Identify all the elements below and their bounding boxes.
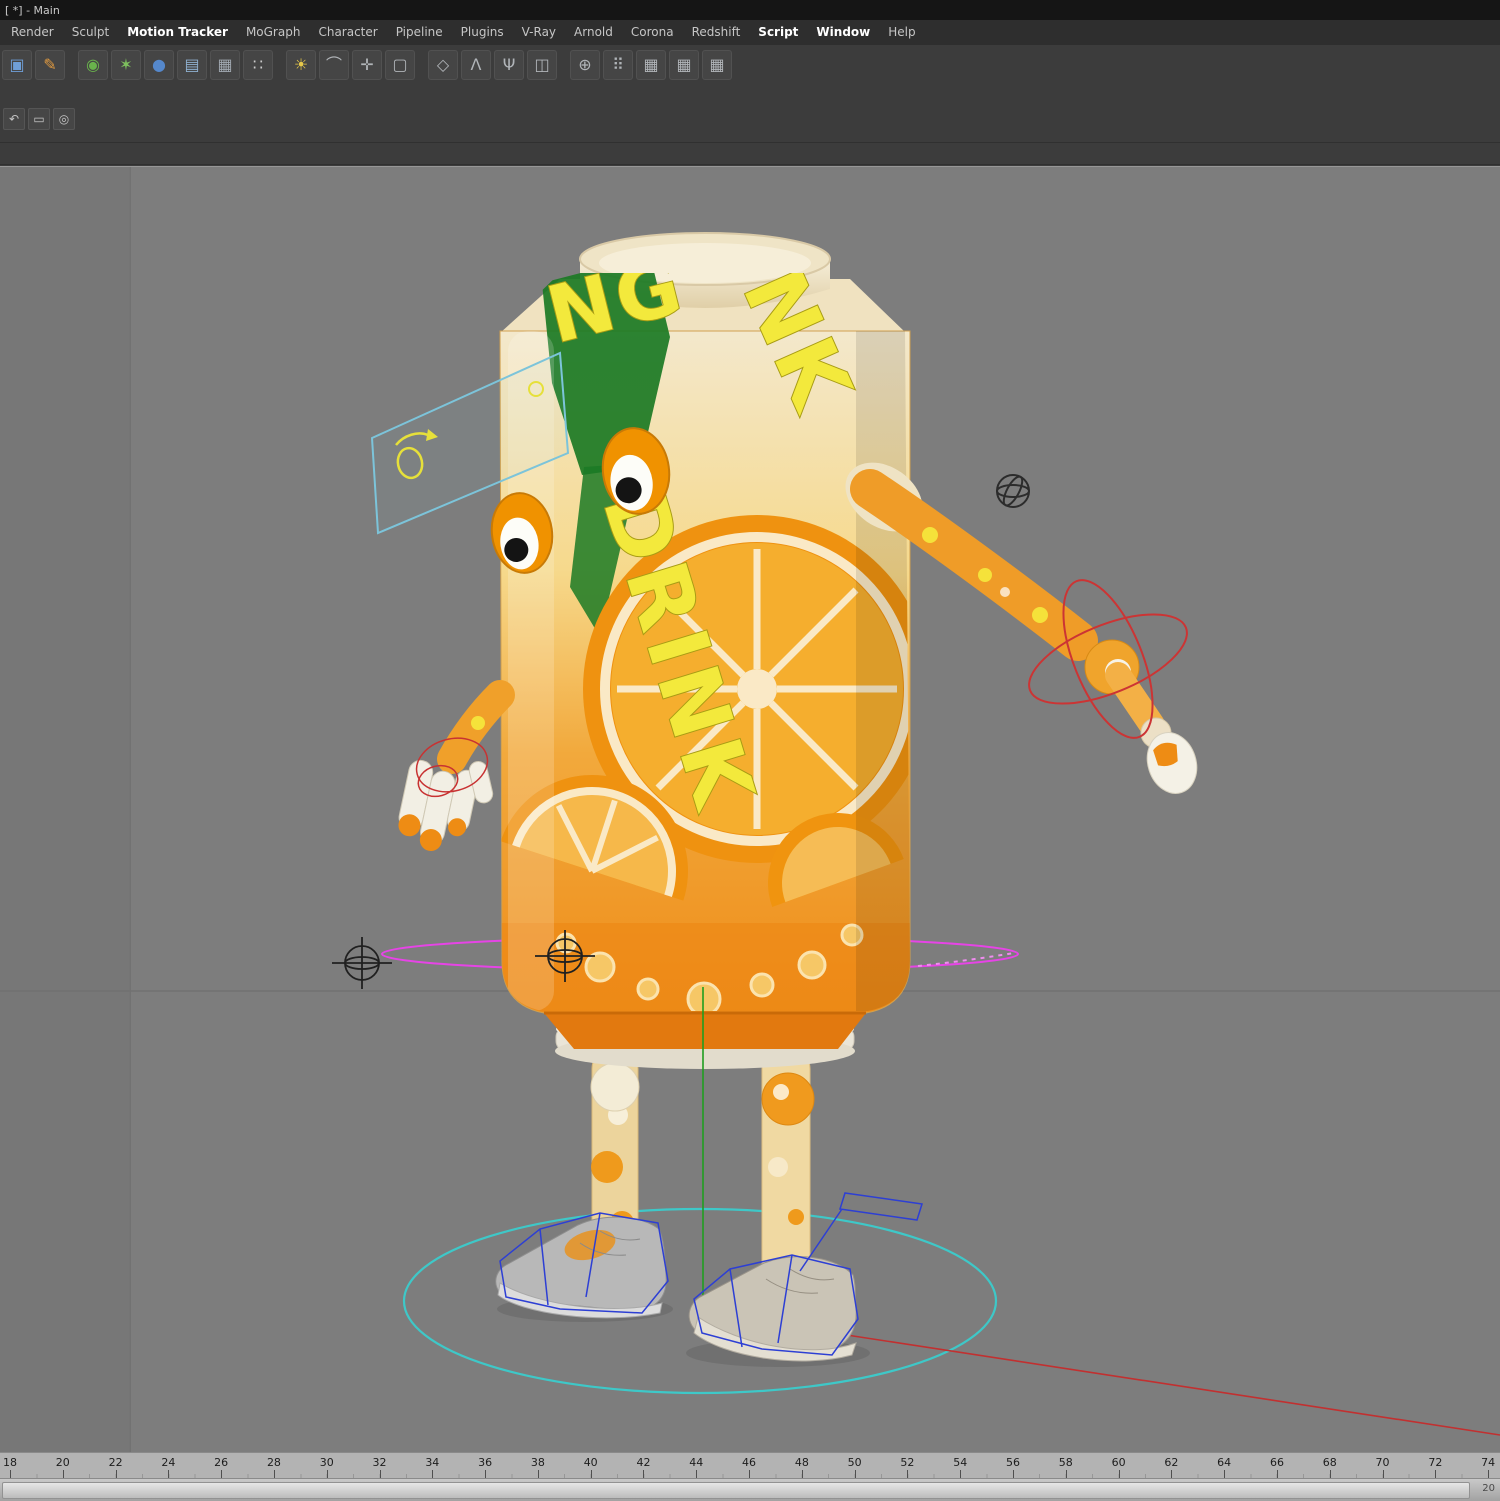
right-shoe[interactable] — [688, 1256, 857, 1362]
timeline-tick-70: 70 — [1361, 1456, 1405, 1478]
timeline-tick-58: 58 — [1044, 1456, 1088, 1478]
light-tool-icon[interactable]: ☀ — [286, 50, 316, 80]
wire-cube-tool-icon[interactable]: ▢ — [385, 50, 415, 80]
atom-tool-icon[interactable]: ✶ — [111, 50, 141, 80]
character-can-body[interactable]: NG NK DRINK — [499, 232, 931, 1049]
hip-joint-gizmo-left[interactable] — [332, 937, 392, 989]
timeline-tick-72: 72 — [1413, 1456, 1457, 1478]
grid-array-tool-icon[interactable]: ▤ — [177, 50, 207, 80]
brush-tool-icon[interactable]: ✎ — [35, 50, 65, 80]
grid-b-tool-icon[interactable]: ▦ — [669, 50, 699, 80]
sub-toolbar: ↶ ▭ ◎ — [3, 108, 75, 130]
timeline-tick-62: 62 — [1149, 1456, 1193, 1478]
timeline-tick-36: 36 — [463, 1456, 507, 1478]
timeline-tick-50: 50 — [833, 1456, 877, 1478]
scrollbar-end-label: 20 — [1482, 1483, 1495, 1494]
timeline-tick-74: 74 — [1466, 1456, 1500, 1478]
cube-tool-icon[interactable]: ▣ — [2, 50, 32, 80]
timeline-tick-68: 68 — [1308, 1456, 1352, 1478]
ball-tool-icon[interactable]: ● — [144, 50, 174, 80]
grid-c-tool-icon[interactable]: ▦ — [702, 50, 732, 80]
menu-script[interactable]: Script — [749, 20, 807, 45]
menu-window[interactable]: Window — [807, 20, 879, 45]
menu-v-ray[interactable]: V-Ray — [513, 20, 565, 45]
timeline-tick-44: 44 — [674, 1456, 718, 1478]
timeline-tick-28: 28 — [252, 1456, 296, 1478]
timeline-tick-52: 52 — [885, 1456, 929, 1478]
menu-motion-tracker[interactable]: Motion Tracker — [118, 20, 237, 45]
mirror-tool-icon[interactable]: ◫ — [527, 50, 557, 80]
menu-render[interactable]: Render — [2, 20, 63, 45]
timeline-tick-24: 24 — [146, 1456, 190, 1478]
c4d-window: [ *] - Main Render Sculpt Motion Tracker Mo… — [0, 0, 1500, 1501]
character-rig-tool-icon[interactable]: Λ — [461, 50, 491, 80]
shoulder-joint-gizmo[interactable] — [996, 474, 1030, 508]
timeline-scrollbar[interactable]: 20 — [0, 1478, 1500, 1501]
timeline-tick-48: 48 — [780, 1456, 824, 1478]
menu-help[interactable]: Help — [879, 20, 924, 45]
menu-mograph[interactable]: MoGraph — [237, 20, 310, 45]
timeline-tick-54: 54 — [938, 1456, 982, 1478]
timeline-ruler[interactable]: 18 20 22 24 26 28 30 32 34 36 38 40 42 44 46 48 50 52 54 56… — [0, 1452, 1500, 1479]
timeline-tick-38: 38 — [516, 1456, 560, 1478]
menu-character[interactable]: Character — [309, 20, 386, 45]
timeline-tick-42: 42 — [621, 1456, 665, 1478]
scene-canvas[interactable]: NG NK DRINK — [0, 167, 1500, 1453]
timeline-tick-46: 46 — [727, 1456, 771, 1478]
timeline-tick-30: 30 — [305, 1456, 349, 1478]
main-toolbar: ▣ ✎ ◉ ✶ ● ▤ ▦ ∷ ☀ ⌒ ✛ ▢ ◇ Λ Ψ ◫ ⊕ ⠿ ▦ ▦ ▦ — [0, 45, 1500, 85]
timeline-tick-22: 22 — [94, 1456, 138, 1478]
scrollbar-handle[interactable] — [2, 1482, 1470, 1499]
timeline-tick-64: 64 — [1202, 1456, 1246, 1478]
menu-plugins[interactable]: Plugins — [452, 20, 513, 45]
toolbar-separator — [68, 51, 75, 79]
mini-frame-icon[interactable]: ▭ — [28, 108, 50, 130]
polygon-tool-icon[interactable]: ◇ — [428, 50, 458, 80]
mini-undo-icon[interactable]: ↶ — [3, 108, 25, 130]
toolbar-separator — [418, 51, 425, 79]
title-bar: [ *] - Main — [0, 0, 1500, 20]
grid-a-tool-icon[interactable]: ▦ — [636, 50, 666, 80]
timeline-tick-20: 20 — [41, 1456, 85, 1478]
timeline-tick-56: 56 — [991, 1456, 1035, 1478]
timeline-tick-34: 34 — [410, 1456, 454, 1478]
camera-tool-icon[interactable]: ▦ — [210, 50, 240, 80]
toolbar-separator — [276, 51, 283, 79]
joint-chain-tool-icon[interactable]: Ψ — [494, 50, 524, 80]
viewport[interactable]: NG NK DRINK — [0, 166, 1500, 1453]
left-arm[interactable] — [393, 680, 515, 862]
menu-sculpt[interactable]: Sculpt — [63, 20, 118, 45]
timeline-tick-60: 60 — [1097, 1456, 1141, 1478]
spline-tool-icon[interactable]: ⌒ — [319, 50, 349, 80]
header-groove-1 — [0, 142, 1500, 143]
dots-tool-icon[interactable]: ∷ — [243, 50, 273, 80]
spheres-tool-icon[interactable]: ◉ — [78, 50, 108, 80]
mini-target-icon[interactable]: ◎ — [53, 108, 75, 130]
window-title: [ *] - Main — [5, 3, 60, 17]
timeline-tick-66: 66 — [1255, 1456, 1299, 1478]
left-shoe[interactable] — [495, 1216, 667, 1319]
timeline-tick-32: 32 — [358, 1456, 402, 1478]
menu-pipeline[interactable]: Pipeline — [387, 20, 452, 45]
menu-redshift[interactable]: Redshift — [683, 20, 750, 45]
axis-tool-icon[interactable]: ✛ — [352, 50, 382, 80]
menu-corona[interactable]: Corona — [622, 20, 683, 45]
header-groove-2 — [0, 164, 1500, 165]
timeline-tick-26: 26 — [199, 1456, 243, 1478]
menu-bar: Render Sculpt Motion Tracker MoGraph Charact… — [0, 20, 1500, 46]
timeline-tick-18: 18 — [0, 1456, 32, 1478]
menu-arnold[interactable]: Arnold — [565, 20, 622, 45]
timeline-tick-40: 40 — [569, 1456, 613, 1478]
cluster-tool-icon[interactable]: ⠿ — [603, 50, 633, 80]
toolbar-separator — [560, 51, 567, 79]
weights-tool-icon[interactable]: ⊕ — [570, 50, 600, 80]
